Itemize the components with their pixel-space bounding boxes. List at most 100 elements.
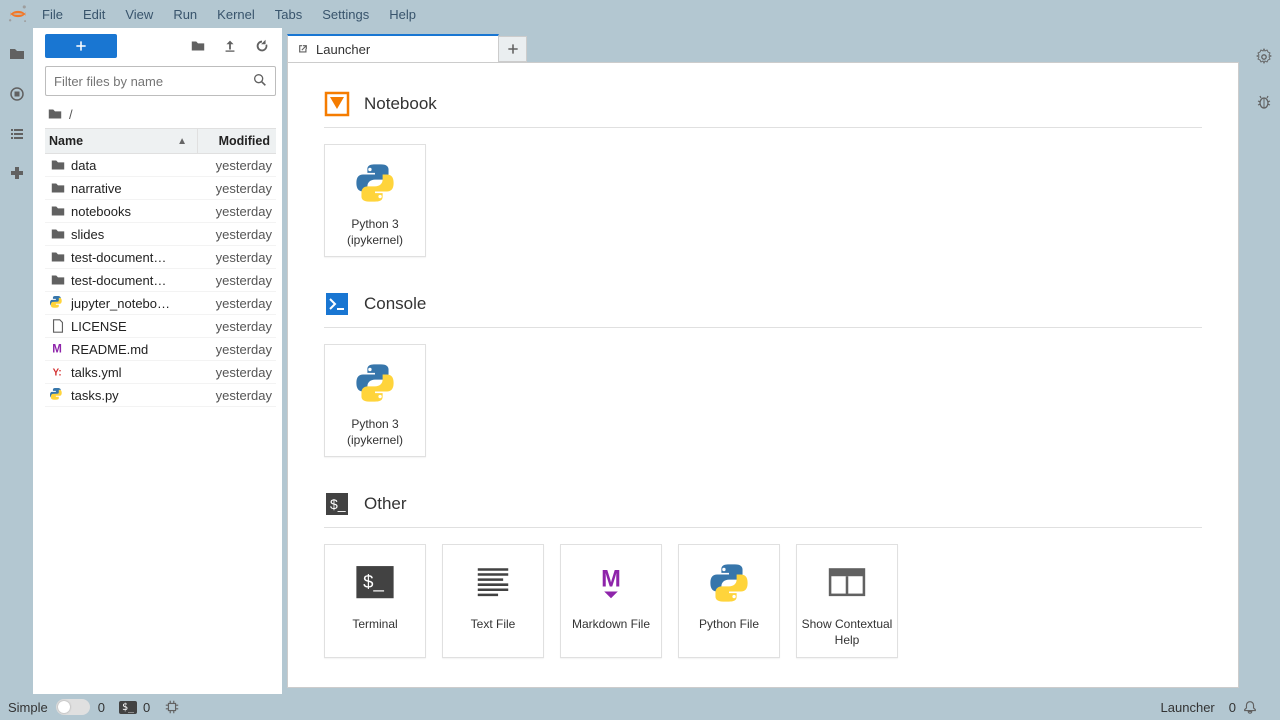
breadcrumb-path: / xyxy=(69,107,73,122)
file-row[interactable]: LICENSEyesterday xyxy=(45,315,276,338)
column-modified[interactable]: Modified xyxy=(198,129,276,153)
file-browser-tab[interactable] xyxy=(3,34,31,74)
menu-help[interactable]: Help xyxy=(379,3,426,26)
launch-icon xyxy=(296,42,310,56)
upload-button[interactable] xyxy=(216,34,244,58)
status-python-count[interactable]: 0 xyxy=(98,700,105,715)
simple-mode-toggle[interactable] xyxy=(56,699,90,715)
launcher-card[interactable]: Python 3 (ipykernel) xyxy=(324,144,426,257)
file-modified: yesterday xyxy=(194,227,272,242)
menu-view[interactable]: View xyxy=(115,3,163,26)
file-modified: yesterday xyxy=(194,342,272,357)
file-row[interactable]: talks.ymlyesterday xyxy=(45,361,276,384)
file-type-icon xyxy=(49,295,67,311)
tab-bar: Launcher xyxy=(283,32,1247,62)
file-row[interactable]: test-document…yesterday xyxy=(45,269,276,292)
file-name: data xyxy=(71,158,194,173)
file-browser-panel: / Name▲ Modified datayesterdaynarrativey… xyxy=(33,28,283,694)
card-icon xyxy=(821,557,873,609)
file-modified: yesterday xyxy=(194,388,272,403)
file-name: LICENSE xyxy=(71,319,194,334)
file-row[interactable]: test-document…yesterday xyxy=(45,246,276,269)
card-icon xyxy=(349,357,401,409)
file-type-icon xyxy=(49,203,67,219)
launcher-card[interactable]: Terminal xyxy=(324,544,426,657)
file-name: talks.yml xyxy=(71,365,194,380)
file-type-icon xyxy=(49,249,67,265)
file-row[interactable]: notebooksyesterday xyxy=(45,200,276,223)
file-modified: yesterday xyxy=(194,181,272,196)
menu-file[interactable]: File xyxy=(32,3,73,26)
launcher-cards: Python 3 (ipykernel) xyxy=(324,144,1202,257)
launcher-section-head: Notebook xyxy=(324,91,1202,128)
file-list-header: Name▲ Modified xyxy=(45,128,276,154)
right-sidebar xyxy=(1247,28,1280,694)
menu-kernel[interactable]: Kernel xyxy=(207,3,265,26)
menu-tabs[interactable]: Tabs xyxy=(265,3,312,26)
file-name: tasks.py xyxy=(71,388,194,403)
status-kernel-indicator[interactable] xyxy=(164,699,180,715)
tab-launcher[interactable]: Launcher xyxy=(287,34,499,62)
toc-tab[interactable] xyxy=(3,114,31,154)
main-content: Launcher Notebook Python 3 (ipykernel) Con… xyxy=(283,28,1247,694)
menu-edit[interactable]: Edit xyxy=(73,3,115,26)
card-label: Python 3 (ipykernel) xyxy=(329,217,421,248)
file-row[interactable]: datayesterday xyxy=(45,154,276,177)
debugger-tab[interactable] xyxy=(1255,93,1273,114)
status-terminal-count[interactable]: $_ 0 xyxy=(119,700,150,715)
file-row[interactable]: tasks.pyyesterday xyxy=(45,384,276,407)
folder-icon xyxy=(47,106,63,122)
sort-caret-icon: ▲ xyxy=(177,136,187,147)
extensions-tab[interactable] xyxy=(3,154,31,194)
file-type-icon xyxy=(49,180,67,196)
launcher-card[interactable]: Python File xyxy=(678,544,780,657)
launcher-cards: Terminal Text File Markdown File Python Fil… xyxy=(324,544,1202,657)
file-row[interactable]: slidesyesterday xyxy=(45,223,276,246)
file-row[interactable]: jupyter_notebo…yesterday xyxy=(45,292,276,315)
file-modified: yesterday xyxy=(194,296,272,311)
card-icon xyxy=(585,557,637,609)
file-type-icon xyxy=(49,226,67,242)
file-type-icon xyxy=(49,364,67,380)
file-type-icon xyxy=(49,387,67,403)
refresh-button[interactable] xyxy=(248,34,276,58)
menu-run[interactable]: Run xyxy=(163,3,207,26)
property-inspector-tab[interactable] xyxy=(1255,48,1273,69)
file-row[interactable]: README.mdyesterday xyxy=(45,338,276,361)
launcher-card[interactable]: Show Contextual Help xyxy=(796,544,898,657)
new-folder-button[interactable] xyxy=(184,34,212,58)
filter-files-input[interactable] xyxy=(45,66,276,96)
file-row[interactable]: narrativeyesterday xyxy=(45,177,276,200)
bell-icon xyxy=(1242,699,1258,715)
breadcrumb[interactable]: / xyxy=(45,102,276,128)
status-bar: Simple 0 $_ 0 Launcher 0 xyxy=(0,694,1280,720)
launcher-section-head: Console xyxy=(324,291,1202,328)
file-name: narrative xyxy=(71,181,194,196)
file-list: datayesterdaynarrativeyesterdaynotebooks… xyxy=(45,154,276,694)
new-tab-button[interactable] xyxy=(499,36,527,62)
card-icon xyxy=(349,557,401,609)
launcher-panel: Notebook Python 3 (ipykernel) Console Pytho… xyxy=(287,62,1239,688)
section-title: Notebook xyxy=(364,94,437,114)
chip-icon xyxy=(164,699,180,715)
column-name[interactable]: Name▲ xyxy=(45,129,198,153)
new-launcher-button[interactable] xyxy=(45,34,117,58)
launcher-card[interactable]: Text File xyxy=(442,544,544,657)
card-label: Text File xyxy=(471,617,516,633)
card-label: Python 3 (ipykernel) xyxy=(329,417,421,448)
file-name: notebooks xyxy=(71,204,194,219)
file-type-icon xyxy=(49,318,67,334)
card-label: Markdown File xyxy=(572,617,650,633)
section-title: Other xyxy=(364,494,407,514)
section-icon xyxy=(324,491,350,517)
status-notification-count[interactable]: 0 xyxy=(1229,699,1258,715)
section-icon xyxy=(324,91,350,117)
menubar: FileEditViewRunKernelTabsSettingsHelp xyxy=(0,0,1280,28)
file-name: test-document… xyxy=(71,250,194,265)
file-name: README.md xyxy=(71,342,194,357)
launcher-card[interactable]: Python 3 (ipykernel) xyxy=(324,344,426,457)
running-tab[interactable] xyxy=(3,74,31,114)
file-type-icon xyxy=(49,341,67,357)
launcher-card[interactable]: Markdown File xyxy=(560,544,662,657)
menu-settings[interactable]: Settings xyxy=(312,3,379,26)
